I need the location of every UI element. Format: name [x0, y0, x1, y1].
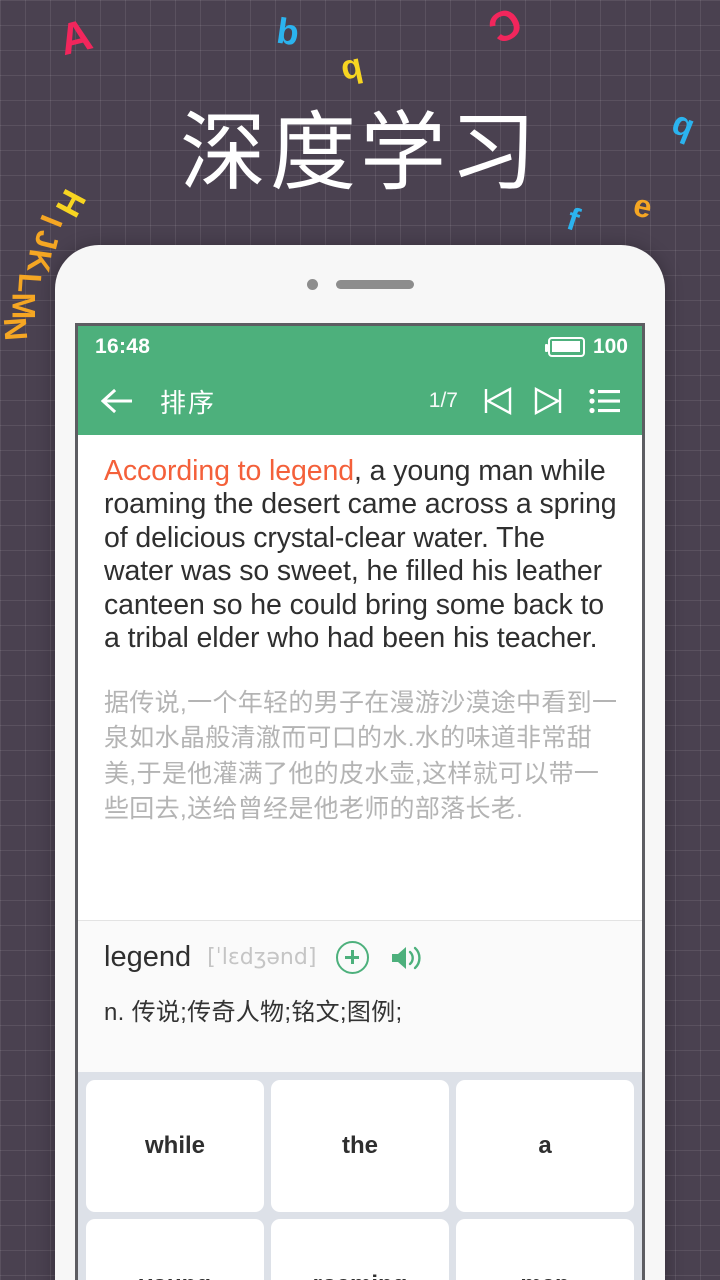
word-tile-tray: whilethea youngroamingman: [78, 1072, 642, 1280]
screenshot-root: AbqCqefHIJKLMN 深度学习 16:48 100 排序 1/7 Acc…: [0, 0, 720, 1280]
word-tile[interactable]: the: [271, 1080, 449, 1212]
word-tile[interactable]: man: [456, 1219, 634, 1280]
app-bar-title: 排序: [160, 387, 217, 418]
word-definition: n. 传说;传奇人物;铭文;图例;: [104, 999, 403, 1026]
next-track-button[interactable]: [526, 379, 570, 423]
word-tile[interactable]: while: [86, 1080, 264, 1212]
decorative-letter: N: [0, 316, 35, 342]
decorative-letter: I: [33, 210, 70, 232]
status-time: 16:48: [95, 334, 151, 358]
decorative-letter: f: [562, 200, 584, 238]
word-header-row: legend [ˈlɛdʒənd]: [104, 941, 616, 974]
page-indicator: 1/7: [428, 389, 458, 412]
word-tile[interactable]: roaming: [271, 1219, 449, 1280]
battery-icon: [544, 336, 585, 357]
add-to-wordbook-icon[interactable]: [336, 941, 370, 974]
decorative-letter: A: [54, 9, 98, 66]
decorative-letter: K: [20, 247, 59, 275]
phone-screen: 16:48 100 排序 1/7 According to legend, a …: [75, 323, 645, 1280]
back-button[interactable]: [98, 381, 138, 421]
page-title: 深度学习: [180, 105, 540, 201]
decorative-letter: C: [480, 0, 531, 54]
phone-bezel-top: [55, 245, 665, 323]
decorative-letter: q: [337, 46, 366, 88]
app-bar: 排序 1/7: [78, 367, 642, 435]
word-definition-card: legend [ˈlɛdʒənd] n. 传说;传奇人物;铭文;图例;: [78, 920, 642, 1072]
reading-area[interactable]: According to legend, a young man while r…: [78, 435, 642, 920]
status-right-group: 100: [544, 334, 628, 359]
word-tile[interactable]: young: [86, 1219, 264, 1280]
previous-track-button[interactable]: [476, 379, 520, 423]
decorative-letter: b: [274, 9, 302, 54]
word-phonetic: [ˈlɛdʒənd]: [207, 945, 317, 970]
phone-mockup: 16:48 100 排序 1/7 According to legend, a …: [55, 245, 665, 1280]
decorative-letter: M: [5, 292, 42, 320]
battery-percent: 100: [592, 334, 628, 358]
english-paragraph: According to legend, a young man while r…: [104, 455, 618, 656]
status-bar: 16:48 100: [78, 326, 642, 367]
highlighted-phrase[interactable]: According to legend: [104, 455, 354, 487]
word-tile[interactable]: a: [456, 1080, 634, 1212]
earpiece-speaker-icon: [335, 279, 414, 289]
camera-icon: [306, 278, 318, 290]
list-menu-button[interactable]: [584, 380, 626, 422]
word-text: legend: [104, 941, 192, 973]
speaker-icon[interactable]: [389, 941, 425, 974]
decorative-letter: L: [11, 271, 49, 295]
chinese-translation: 据传说,一个年轻的男子在漫游沙漠途中看到一泉如水晶般清澈而可口的水.水的味道非常…: [104, 688, 618, 824]
